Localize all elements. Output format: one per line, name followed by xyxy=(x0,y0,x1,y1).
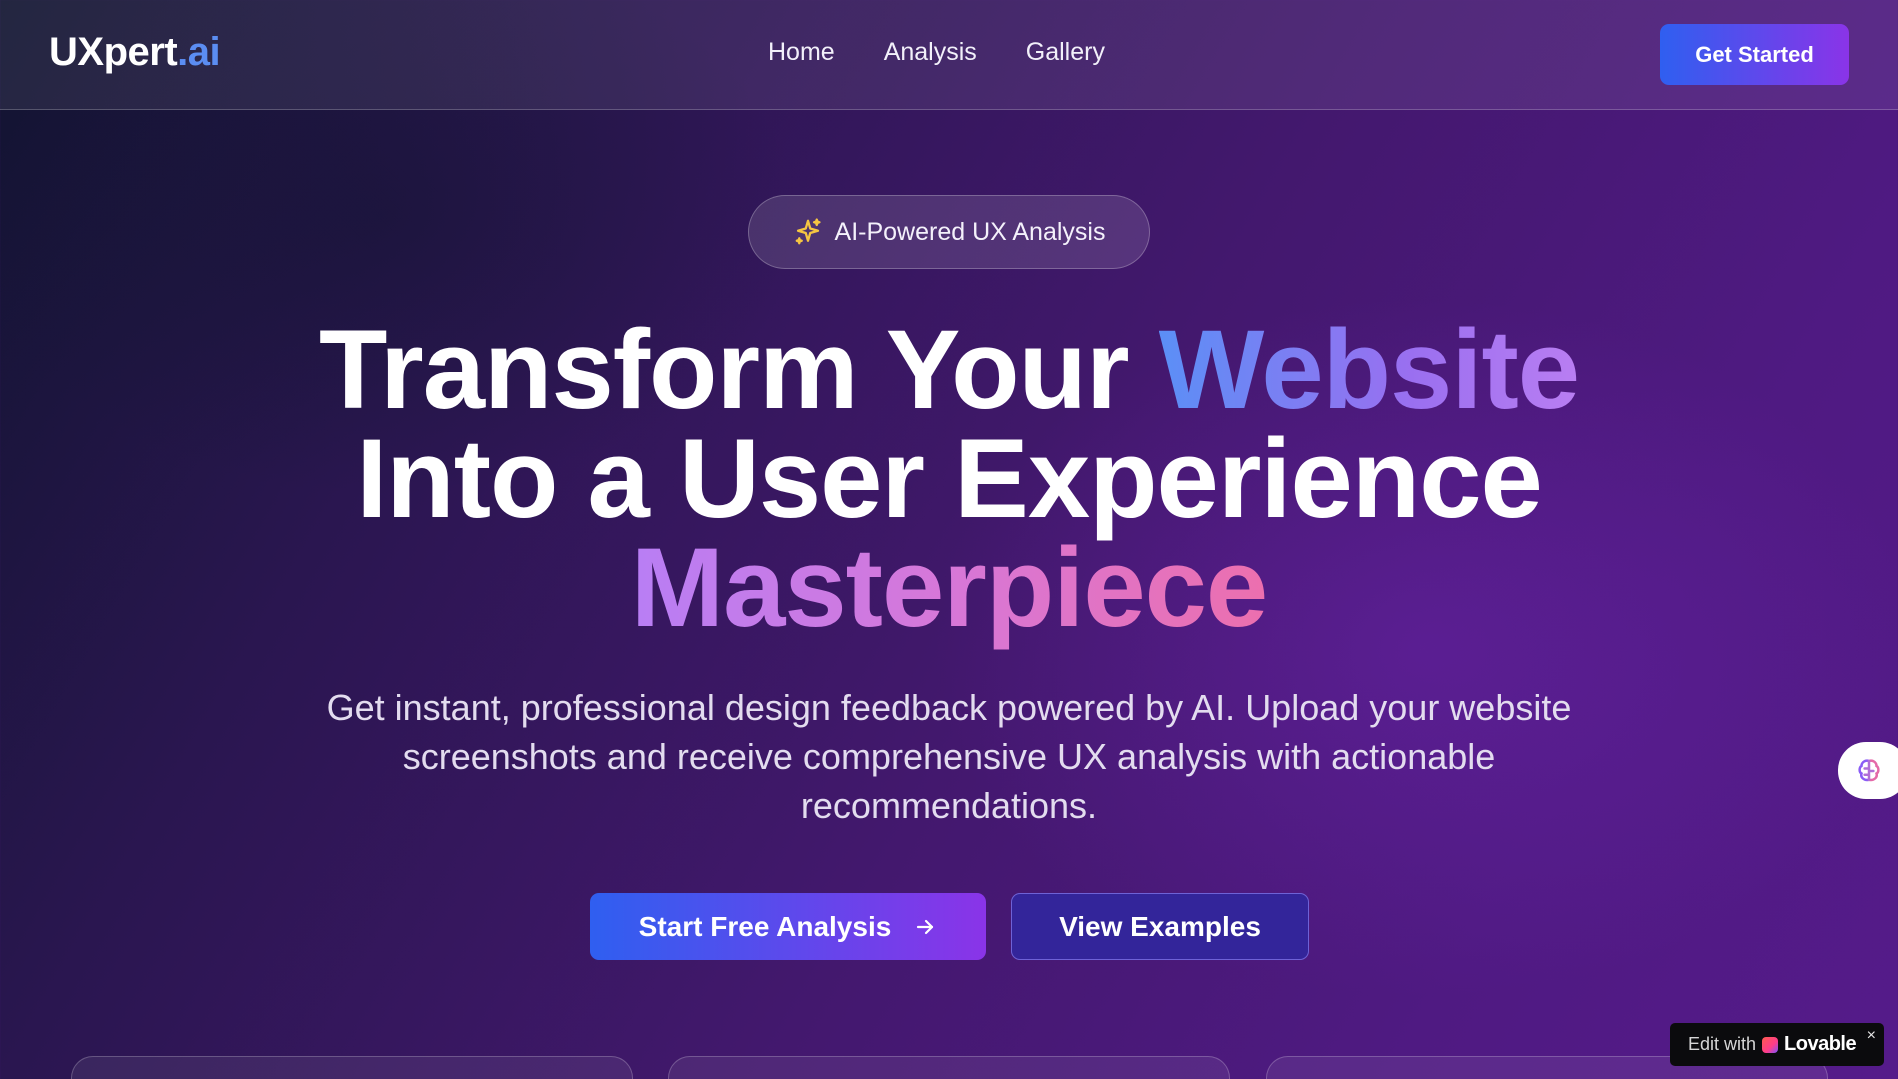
edit-with-lovable-badge[interactable]: Edit with Lovable × xyxy=(1670,1023,1884,1066)
lovable-brand: Lovable xyxy=(1784,1033,1857,1055)
side-assistant-widget[interactable] xyxy=(1838,742,1898,799)
logo-main: UXpert xyxy=(49,30,178,74)
logo-accent: .ai xyxy=(177,30,221,74)
lovable-prefix: Edit with xyxy=(1688,1034,1757,1054)
hero-headline: Transform Your Website Into a User Exper… xyxy=(0,314,1898,644)
headline-line2: Into a User Experience xyxy=(356,416,1543,541)
start-free-analysis-label: Start Free Analysis xyxy=(638,910,892,942)
view-examples-button[interactable]: View Examples xyxy=(1011,893,1309,960)
headline-line1-text: Transform Your xyxy=(318,307,1159,432)
get-started-button[interactable]: Get Started xyxy=(1660,24,1849,85)
nav-link-analysis[interactable]: Analysis xyxy=(884,38,977,67)
brain-icon xyxy=(1858,758,1880,781)
start-free-analysis-button[interactable]: Start Free Analysis xyxy=(590,893,986,960)
nav-links: Home Analysis Gallery xyxy=(768,38,1105,67)
nav-link-gallery[interactable]: Gallery xyxy=(1026,38,1105,67)
lovable-heart-icon xyxy=(1762,1036,1779,1053)
arrow-right-icon xyxy=(917,919,934,934)
feature-card xyxy=(668,1056,1230,1079)
headline-highlight-website: Website xyxy=(1158,307,1580,432)
headline-highlight-masterpiece: Masterpiece xyxy=(630,525,1268,650)
ai-powered-badge: AI-Powered UX Analysis xyxy=(748,195,1150,269)
top-navbar: UXpert.ai Home Analysis Gallery Get Star… xyxy=(0,0,1898,110)
sparkles-icon xyxy=(795,218,821,245)
feature-card xyxy=(71,1056,633,1079)
logo[interactable]: UXpert.ai xyxy=(49,30,221,75)
nav-link-home[interactable]: Home xyxy=(768,38,835,67)
badge-label: AI-Powered UX Analysis xyxy=(834,217,1106,246)
close-icon[interactable]: × xyxy=(1867,1027,1876,1045)
hero-subtitle: Get instant, professional design feedbac… xyxy=(326,687,1572,826)
